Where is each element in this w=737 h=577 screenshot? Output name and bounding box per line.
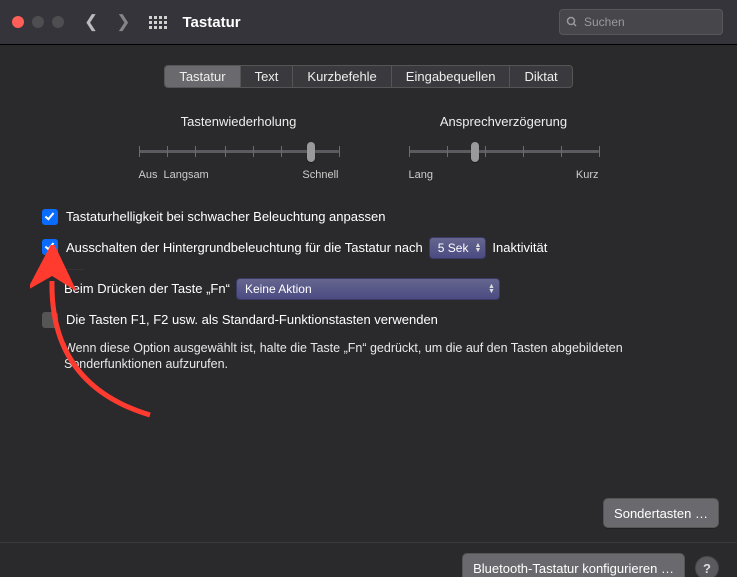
row-fkeys-standard: Die Tasten F1, F2 usw. als Standard-Funk…: [42, 310, 707, 330]
delay-group: Ansprechverzögerung Lang Kurz: [409, 114, 599, 181]
row-backlight-off: Ausschalten der Hintergrundbeleuchtung f…: [42, 237, 707, 259]
select-fn-action-value: Keine Aktion: [245, 279, 312, 299]
window-controls: [12, 16, 64, 28]
zoom-icon[interactable]: [52, 16, 64, 28]
forward-button[interactable]: ❯: [116, 12, 130, 32]
bluetooth-setup-button[interactable]: Bluetooth-Tastatur konfigurieren …: [462, 553, 685, 577]
tab-eingabequellen[interactable]: Eingabequellen: [392, 66, 511, 87]
page-title: Tastatur: [183, 14, 241, 31]
key-repeat-group: Tastenwiederholung Aus Langsam Schnell: [139, 114, 339, 181]
footer: Bluetooth-Tastatur konfigurieren … ?: [0, 542, 737, 577]
search-icon: [566, 16, 578, 28]
label-backlight-off-post: Inaktivität: [492, 238, 547, 258]
show-all-icon[interactable]: [149, 16, 167, 29]
checkbox-auto-brightness[interactable]: [42, 209, 58, 225]
key-repeat-slider[interactable]: [139, 141, 339, 165]
delay-knob[interactable]: [471, 142, 479, 162]
select-fn-action[interactable]: Keine Aktion ▲▼: [236, 278, 500, 300]
hint-fkeys-standard: Wenn diese Option ausgewählt ist, halte …: [64, 340, 707, 372]
tab-text[interactable]: Text: [241, 66, 294, 87]
bottom-right: Sondertasten …: [603, 498, 719, 528]
tab-tastatur[interactable]: Tastatur: [165, 66, 240, 87]
tabbar: Tastatur Text Kurzbefehle Eingabequellen…: [164, 65, 572, 88]
delay-slider[interactable]: [409, 141, 599, 165]
checkbox-fkeys-standard[interactable]: [42, 312, 58, 328]
tab-diktat[interactable]: Diktat: [510, 66, 571, 87]
options: Tastaturhelligkeit bei schwacher Beleuch…: [42, 207, 707, 372]
delay-short: Kurz: [576, 169, 599, 181]
label-fn-press: Beim Drücken der Taste „Fn“: [64, 279, 230, 299]
delay-label: Ansprechverzögerung: [409, 114, 599, 129]
key-repeat-label: Tastenwiederholung: [139, 114, 339, 129]
checkbox-backlight-off[interactable]: [42, 239, 58, 255]
key-repeat-knob[interactable]: [307, 142, 315, 162]
updown-icon: ▲▼: [488, 284, 495, 294]
updown-icon: ▲▼: [474, 243, 481, 253]
row-fn-press: Beim Drücken der Taste „Fn“ Keine Aktion…: [64, 278, 707, 300]
search-field[interactable]: [559, 9, 723, 35]
minimize-icon[interactable]: [32, 16, 44, 28]
tab-kurzbefehle[interactable]: Kurzbefehle: [293, 66, 391, 87]
label-fkeys-standard: Die Tasten F1, F2 usw. als Standard-Funk…: [66, 310, 438, 330]
divider: [64, 269, 84, 270]
key-repeat-fast: Schnell: [302, 169, 338, 181]
label-backlight-off-pre: Ausschalten der Hintergrundbeleuchtung f…: [66, 238, 423, 258]
sliders: Tastenwiederholung Aus Langsam Schnell A…: [18, 114, 719, 181]
delay-long: Lang: [409, 169, 433, 181]
key-repeat-slow: Langsam: [157, 169, 302, 181]
key-repeat-off: Aus: [139, 169, 158, 181]
label-auto-brightness: Tastaturhelligkeit bei schwacher Beleuch…: [66, 207, 385, 227]
select-backlight-timeout[interactable]: 5 Sek ▲▼: [429, 237, 487, 259]
select-backlight-timeout-value: 5 Sek: [438, 238, 469, 258]
special-keys-button[interactable]: Sondertasten …: [603, 498, 719, 528]
search-input[interactable]: [582, 14, 716, 30]
close-icon[interactable]: [12, 16, 24, 28]
tabbar-wrap: Tastatur Text Kurzbefehle Eingabequellen…: [18, 65, 719, 88]
back-button[interactable]: ❮: [84, 12, 98, 32]
nav-buttons: ❮ ❯: [84, 12, 131, 32]
row-auto-brightness: Tastaturhelligkeit bei schwacher Beleuch…: [42, 207, 707, 227]
titlebar: ❮ ❯ Tastatur: [0, 0, 737, 45]
content: Tastatur Text Kurzbefehle Eingabequellen…: [0, 45, 737, 542]
help-button[interactable]: ?: [695, 556, 719, 577]
